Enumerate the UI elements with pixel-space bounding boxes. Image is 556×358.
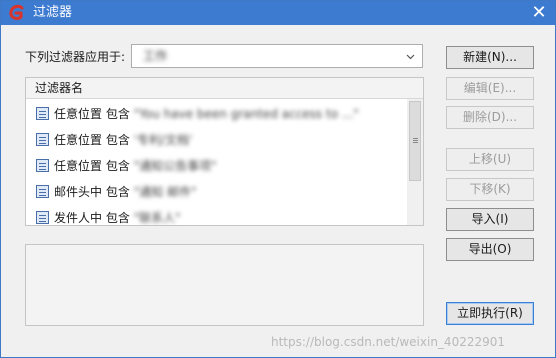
account-select[interactable]: 工作 (131, 44, 423, 68)
title-bar: 过滤器 ✕ (1, 1, 555, 25)
chevron-down-icon (406, 54, 415, 60)
filter-list-scrollbar[interactable] (407, 99, 423, 225)
filter-list[interactable]: 过滤器名 任意位置 包含 "You have been granted acce… (25, 77, 424, 226)
filter-row-condition: 任意位置 包含 (54, 107, 134, 121)
app-logo-icon (9, 4, 24, 20)
close-button[interactable]: ✕ (529, 3, 549, 23)
filter-rule-icon (36, 107, 49, 120)
filter-row-condition: 任意位置 包含 (54, 159, 134, 173)
move-down-button[interactable]: 下移(K) (446, 178, 534, 201)
account-select-value: 工作 (143, 49, 168, 63)
filter-rule-icon (36, 159, 49, 172)
filter-row[interactable]: 任意位置 包含 "通知公告事项" (26, 153, 406, 179)
filter-row-value: "You have been granted access to ..." (133, 107, 359, 121)
filter-rule-icon (36, 133, 49, 146)
filter-row[interactable]: 发件人中 包含 "联系人" (26, 205, 406, 225)
filter-row-condition: 任意位置 包含 (54, 133, 134, 147)
run-now-button[interactable]: 立即执行(R) (446, 302, 534, 325)
window-title: 过滤器 (33, 5, 73, 20)
filter-row[interactable]: 任意位置 包含 '专利/文档' (26, 127, 406, 153)
filter-row-value: "联系人" (133, 211, 181, 225)
new-filter-button[interactable]: 新建(N)... (446, 46, 534, 69)
filter-row-condition: 发件人中 包含 (54, 211, 134, 225)
scrollbar-thumb[interactable] (409, 101, 421, 181)
import-button[interactable]: 导入(I) (446, 208, 534, 231)
filter-row-value: '专利/文档' (133, 133, 193, 147)
export-button[interactable]: 导出(O) (446, 238, 534, 261)
filter-row-value: "通知公告事项" (133, 159, 217, 173)
apply-to-label: 下列过滤器应用于: (25, 50, 126, 64)
filter-row[interactable]: 任意位置 包含 "You have been granted access to… (26, 101, 406, 127)
filter-row-condition: 邮件头中 包含 (54, 185, 134, 199)
close-icon: ✕ (531, 2, 547, 23)
filter-rule-icon (36, 211, 49, 224)
delete-filter-button[interactable]: 删除(D)... (446, 106, 534, 129)
edit-filter-button[interactable]: 编辑(E)... (446, 77, 534, 100)
watermark: https://blog.csdn.net/weixin_40222901 (271, 335, 506, 349)
filter-description-box (25, 244, 424, 326)
filter-row[interactable]: 邮件头中 包含 "通知 邮件" (26, 179, 406, 205)
filter-row-value: "通知 邮件" (133, 185, 197, 199)
filter-dialog: 过滤器 ✕ 下列过滤器应用于: 工作 过滤器名 任意位置 包含 "You hav… (0, 0, 556, 358)
filter-rule-icon (36, 185, 49, 198)
move-up-button[interactable]: 上移(U) (446, 148, 534, 171)
filter-list-header: 过滤器名 (26, 78, 423, 99)
column-header-filter-name: 过滤器名 (35, 81, 84, 95)
